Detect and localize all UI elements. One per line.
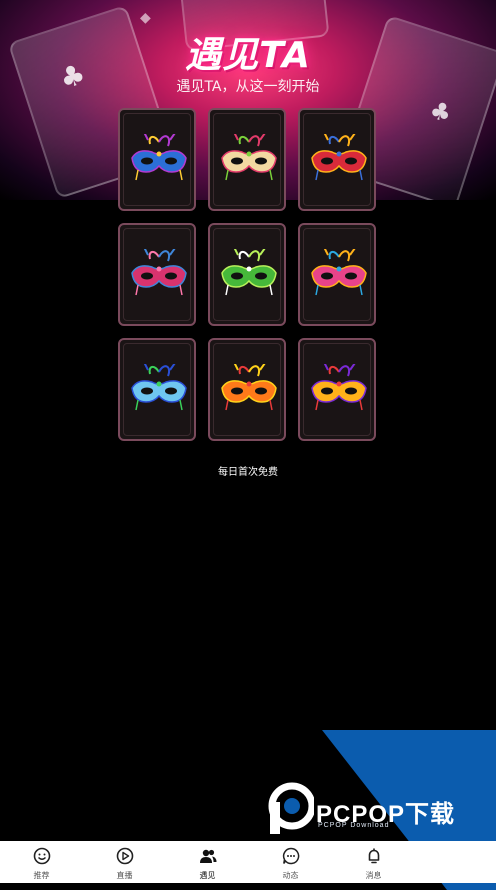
mask-card[interactable]: [118, 108, 196, 211]
mask-pink-feather-icon: [131, 249, 187, 296]
diamond-icon: ◆: [140, 10, 151, 26]
tab-moments[interactable]: 动态: [249, 841, 332, 883]
mask-card[interactable]: [298, 223, 376, 326]
mask-card[interactable]: [298, 338, 376, 441]
watermark-logo-icon: [268, 782, 314, 834]
tab-label: 推荐: [33, 871, 50, 880]
mask-card[interactable]: [208, 223, 286, 326]
mask-card[interactable]: [118, 223, 196, 326]
hero-subtitle: 遇见TA，从这一刻开始: [176, 79, 320, 95]
mask-blue-white-icon: [131, 364, 187, 411]
mask-red-gold-icon: [311, 134, 367, 181]
tab-messages[interactable]: 消息: [332, 841, 415, 883]
mask-card[interactable]: [298, 108, 376, 211]
mask-blue-butterfly-icon: [131, 134, 187, 181]
chat-icon: [282, 847, 299, 865]
mask-green-icon: [221, 249, 277, 296]
bell-icon: [368, 848, 379, 864]
tab-meet[interactable]: 遇见: [166, 841, 249, 883]
tab-recommend[interactable]: 推荐: [0, 841, 83, 883]
watermark-subtext: PCPOP Download: [318, 822, 390, 829]
tab-label: 遇见: [199, 871, 216, 880]
mask-card[interactable]: [208, 338, 286, 441]
users-icon: [199, 849, 216, 863]
mask-orange-gold-icon: [221, 364, 277, 411]
mask-gold-purple-icon: [311, 364, 367, 411]
mask-card[interactable]: [118, 338, 196, 441]
smile-icon: [33, 847, 50, 865]
tab-label: 动态: [282, 871, 299, 880]
hero-title: 遇见TA: [185, 35, 311, 76]
tab-label: 消息: [365, 871, 382, 880]
mask-card[interactable]: [208, 108, 286, 211]
tab-label: 直播: [116, 871, 133, 880]
mask-gold-feather-icon: [221, 134, 277, 181]
bottom-tab-bar: 推荐 直播 遇见 动态 消息: [0, 841, 496, 883]
mask-pink-jewel-icon: [311, 249, 367, 296]
play-icon: [116, 847, 133, 865]
free-daily-hint: 每日首次免费: [218, 467, 278, 478]
tab-live[interactable]: 直播: [83, 841, 166, 883]
